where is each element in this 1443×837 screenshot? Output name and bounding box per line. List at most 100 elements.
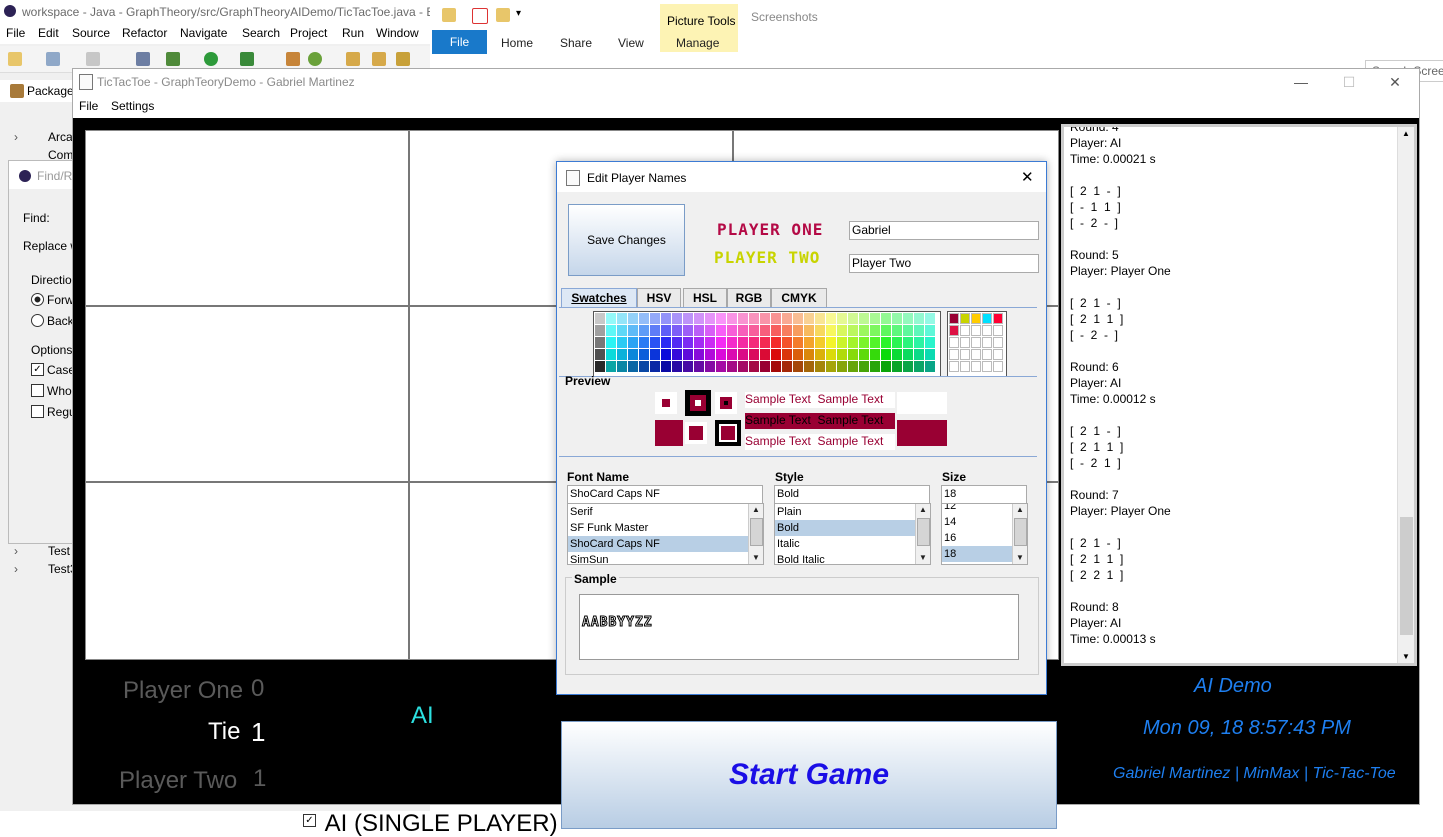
color-swatch[interactable] [595,361,605,372]
color-swatch[interactable] [639,325,649,336]
color-swatch[interactable] [628,313,638,324]
color-swatch[interactable] [892,361,902,372]
color-swatch[interactable] [650,337,660,348]
color-swatch[interactable] [892,325,902,336]
ribbon-tab-manage[interactable]: Manage [676,36,719,50]
list-item[interactable]: Plain [775,504,930,520]
color-swatch[interactable] [628,337,638,348]
color-swatch[interactable] [650,361,660,372]
color-swatch[interactable] [925,349,935,360]
ribbon-tab-share[interactable]: Share [560,36,592,50]
color-swatch[interactable] [881,313,891,324]
swatch-grid[interactable] [593,311,941,376]
tree-chevron-icon[interactable]: › [14,130,18,144]
recent-swatch[interactable] [960,337,970,348]
color-swatch[interactable] [716,349,726,360]
list-item[interactable]: SF Funk Master [568,520,763,536]
color-swatch[interactable] [683,325,693,336]
color-swatch[interactable] [837,349,847,360]
log-scrollbar-thumb[interactable] [1400,517,1413,635]
color-swatch[interactable] [694,325,704,336]
scrollbar-thumb[interactable] [750,518,763,546]
list-scrollbar[interactable]: ▲ ▼ [1012,504,1027,564]
color-swatch[interactable] [782,337,792,348]
new-class-icon[interactable] [308,52,322,66]
scroll-down-icon[interactable]: ▼ [1398,652,1414,661]
color-swatch[interactable] [892,349,902,360]
color-swatch[interactable] [661,313,671,324]
recent-swatch[interactable] [982,361,992,372]
color-swatch[interactable] [760,313,770,324]
package-explorer-tab[interactable]: Package [0,80,75,102]
color-swatch[interactable] [749,361,759,372]
ai-single-player-checkbox[interactable]: ✓ AI (SINGLE PLAYER) [299,812,558,836]
color-swatch[interactable] [804,361,814,372]
ttt-menu-file[interactable]: File [79,99,98,113]
debug-icon[interactable] [166,52,180,66]
scroll-up-icon[interactable]: ▲ [916,504,930,516]
color-swatch[interactable] [617,337,627,348]
color-swatch[interactable] [683,349,693,360]
color-swatch[interactable] [639,337,649,348]
save-changes-button[interactable]: Save Changes [568,204,685,276]
color-swatch[interactable] [925,361,935,372]
scrollbar-thumb[interactable] [917,518,930,546]
color-swatch[interactable] [760,325,770,336]
color-swatch[interactable] [683,361,693,372]
color-swatch[interactable] [804,349,814,360]
recent-swatch[interactable] [993,313,1003,324]
color-swatch[interactable] [672,361,682,372]
color-swatch[interactable] [914,313,924,324]
color-swatch[interactable] [595,325,605,336]
list-item[interactable]: SimSun [568,552,763,564]
color-swatch[interactable] [705,349,715,360]
run-icon[interactable] [204,52,218,66]
case-checkbox[interactable]: ✓ [31,363,44,376]
color-swatch[interactable] [716,337,726,348]
color-swatch[interactable] [815,313,825,324]
regex-checkbox[interactable] [31,405,44,418]
color-swatch[interactable] [639,313,649,324]
recent-swatch[interactable] [993,361,1003,372]
color-swatch[interactable] [859,361,869,372]
color-swatch[interactable] [771,313,781,324]
tree-chevron-icon[interactable]: › [14,544,18,558]
color-swatch[interactable] [749,337,759,348]
new-folder-icon[interactable] [496,8,510,22]
color-swatch[interactable] [914,349,924,360]
scrollbar-thumb[interactable] [1014,518,1027,546]
player-one-name-field[interactable]: Gabriel [849,221,1039,240]
color-swatch[interactable] [826,349,836,360]
style-list[interactable]: Plain Bold Italic Bold Italic ▲ ▼ [774,503,931,565]
color-swatch[interactable] [606,361,616,372]
color-swatch[interactable] [606,325,616,336]
color-swatch[interactable] [749,313,759,324]
search-tool-icon[interactable] [396,52,410,66]
ribbon-tab-view[interactable]: View [618,36,644,50]
recent-swatches[interactable] [947,311,1007,376]
board-cell[interactable] [86,131,408,305]
color-swatch[interactable] [727,349,737,360]
external-tools-icon[interactable] [240,52,254,66]
color-swatch[interactable] [628,325,638,336]
recent-swatch[interactable] [949,349,959,360]
color-swatch[interactable] [903,325,913,336]
ai-checkbox-mark[interactable]: ✓ [303,814,316,828]
color-swatch[interactable] [826,313,836,324]
tab-cmyk[interactable]: CMYK [771,288,827,307]
recent-swatch[interactable] [971,313,981,324]
ttt-menu-settings[interactable]: Settings [111,99,154,113]
minimize-button[interactable]: — [1281,71,1321,93]
color-swatch[interactable] [793,361,803,372]
list-item[interactable]: Serif [568,504,763,520]
color-swatch[interactable] [804,313,814,324]
color-swatch[interactable] [727,337,737,348]
color-swatch[interactable] [782,361,792,372]
color-swatch[interactable] [760,337,770,348]
scroll-up-icon[interactable]: ▲ [1013,504,1027,516]
color-swatch[interactable] [848,325,858,336]
color-swatch[interactable] [771,349,781,360]
color-swatch[interactable] [759,360,771,373]
color-swatch[interactable] [925,325,935,336]
tab-hsv[interactable]: HSV [637,288,681,307]
